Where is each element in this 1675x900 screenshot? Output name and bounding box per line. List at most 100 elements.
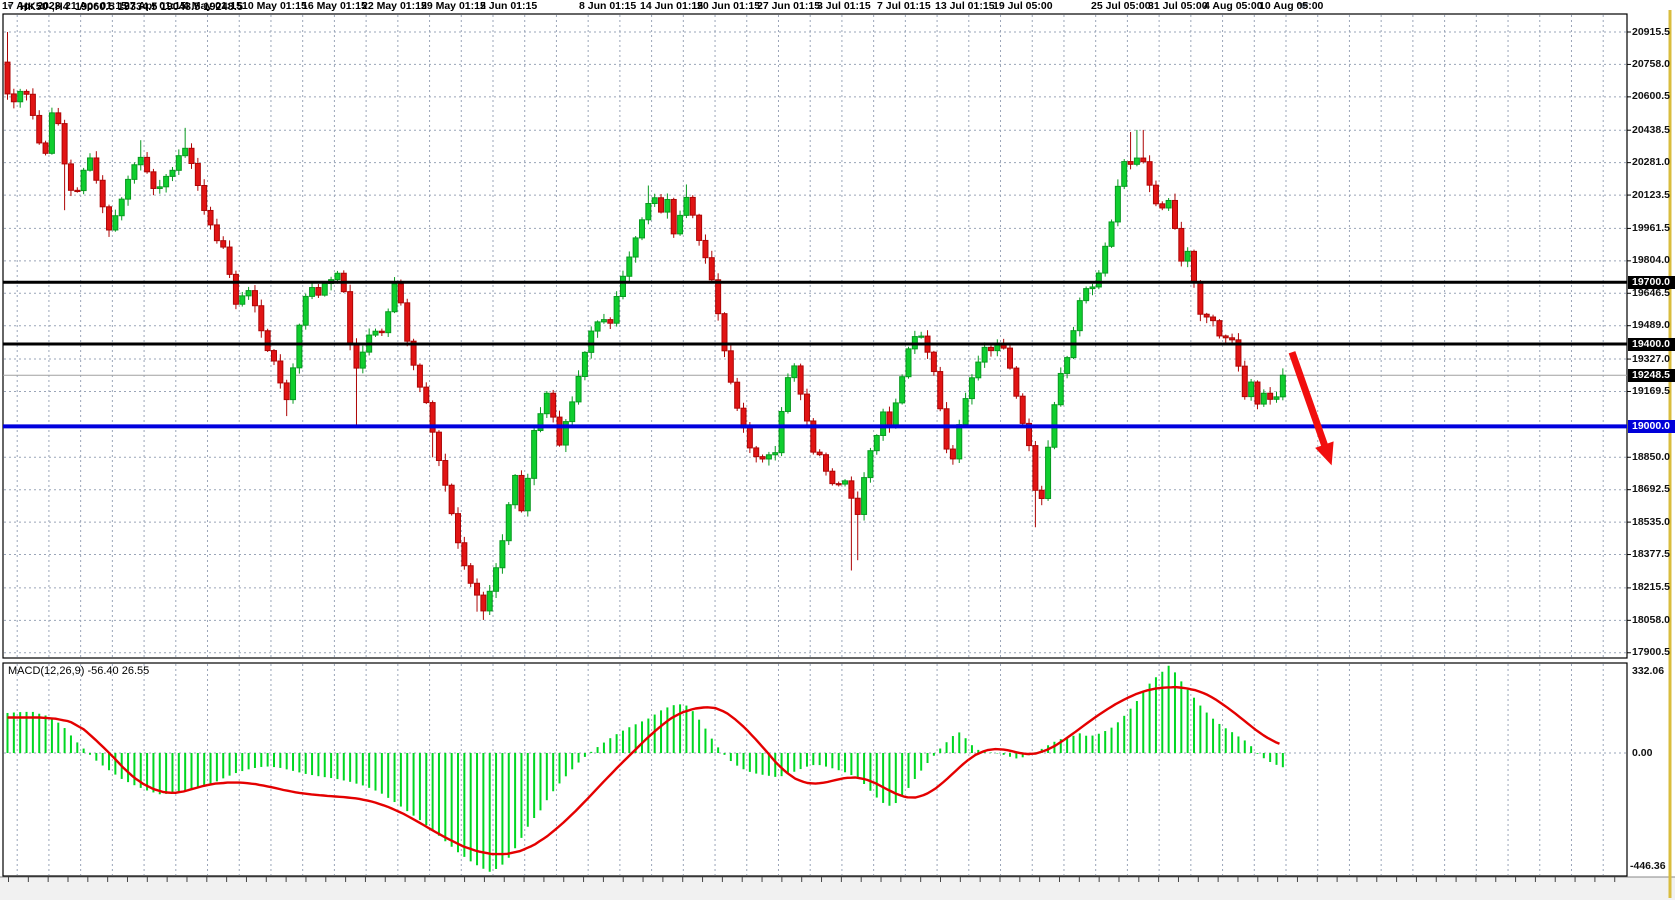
candle-body — [862, 478, 867, 515]
candle-body — [849, 481, 854, 498]
candle-body — [284, 383, 289, 400]
candle-body — [1280, 375, 1285, 397]
time-axis-label[interactable]: 22 May 01:15 — [362, 0, 427, 12]
time-axis-strip[interactable] — [0, 877, 1675, 900]
price-axis-label[interactable]: 20438.5 — [1632, 124, 1670, 136]
candle-body — [627, 257, 632, 276]
price-axis-label[interactable]: 20281.0 — [1632, 156, 1670, 168]
candle-body — [671, 199, 676, 233]
macd-axis-zero-label[interactable]: 0.00 — [1632, 747, 1652, 759]
price-axis-label[interactable]: 19961.5 — [1632, 222, 1670, 234]
candle-body — [906, 349, 911, 377]
price-axis-label[interactable]: 18692.5 — [1632, 483, 1670, 495]
candle-body — [11, 94, 16, 102]
symbol-dropdown-icon[interactable]: ▼ — [6, 2, 14, 12]
time-axis-label[interactable]: 13 Jul 01:15 — [935, 0, 995, 12]
price-axis-label[interactable]: 18850.0 — [1632, 451, 1670, 463]
price-tag-19700.0: 19700.0 — [1628, 276, 1675, 289]
candle-body — [760, 457, 765, 459]
candle-body — [551, 393, 556, 417]
time-axis-label[interactable]: 8 Jun 01:15 — [579, 0, 636, 12]
candle-body — [798, 366, 803, 394]
time-axis-label[interactable]: 2 Jun 01:15 — [480, 0, 537, 12]
candle-body — [1014, 368, 1019, 396]
candle-body — [145, 157, 150, 171]
chart-canvas[interactable] — [0, 0, 1675, 900]
candle-body — [227, 247, 232, 274]
candle-body — [773, 453, 778, 455]
price-axis-label[interactable]: 19489.0 — [1632, 319, 1670, 331]
time-axis-label[interactable]: 19 Jul 05:00 — [993, 0, 1053, 12]
candle-body — [944, 409, 949, 449]
candle-body — [646, 204, 651, 220]
price-axis-label[interactable]: 19804.0 — [1632, 254, 1670, 266]
candle-body — [792, 366, 797, 378]
price-axis-label[interactable]: 19327.0 — [1632, 353, 1670, 365]
candle-body — [544, 393, 549, 413]
price-axis-label[interactable]: 20915.5 — [1632, 26, 1670, 38]
candle-body — [1039, 490, 1044, 498]
time-axis-label[interactable]: 10 May 01:15 — [242, 0, 307, 12]
candle-body — [766, 455, 771, 459]
candle-body — [449, 485, 454, 513]
trading-chart-window: ▼ HK50-,H4 19060.5 19334.5 19043.5 19248… — [0, 0, 1675, 900]
candle-body — [94, 158, 99, 180]
time-axis-label[interactable]: 31 Jul 05:00 — [1148, 0, 1208, 12]
time-axis-label[interactable]: 25 Jul 05:00 — [1091, 0, 1151, 12]
candle-body — [843, 481, 848, 484]
candle-body — [1268, 393, 1273, 399]
macd-indicator-label: MACD(12,26,9) -56.40 26.55 — [8, 665, 149, 677]
trend-arrow-shaft[interactable] — [1292, 352, 1327, 452]
macd-axis-min-label[interactable]: -446.36 — [1630, 860, 1666, 872]
price-axis-label[interactable]: 18058.0 — [1632, 614, 1670, 626]
chart-title-bar: ▼ HK50-,H4 19060.5 19334.5 19043.5 19248… — [6, 1, 243, 13]
macd-axis-max-label[interactable]: 332.06 — [1632, 665, 1664, 677]
time-axis-label[interactable]: 4 Aug 05:00 — [1204, 0, 1263, 12]
candle-body — [1198, 282, 1203, 314]
candle-body — [138, 157, 143, 164]
candle-body — [462, 543, 467, 566]
candle-body — [195, 163, 200, 185]
candle-body — [310, 288, 315, 297]
candle-body — [988, 347, 993, 350]
candle-body — [1179, 228, 1184, 261]
candle-body — [1141, 158, 1146, 162]
candle-body — [5, 62, 10, 94]
candle-body — [747, 428, 752, 448]
price-axis-label[interactable]: 20600.5 — [1632, 90, 1670, 102]
price-panel-border — [3, 14, 1627, 658]
candle-body — [881, 412, 886, 436]
price-axis-label[interactable]: 20758.0 — [1632, 58, 1670, 70]
candle-body — [278, 361, 283, 383]
candle-body — [1204, 314, 1209, 317]
candle-body — [1084, 289, 1089, 301]
candle-body — [1096, 273, 1101, 287]
time-axis-label[interactable]: 16 May 01:15 — [302, 0, 367, 12]
candle-body — [291, 368, 296, 400]
candle-body — [1065, 358, 1070, 374]
time-axis-label[interactable]: 10 Aug 05:00 — [1259, 0, 1323, 12]
candle-body — [697, 215, 702, 240]
price-axis-label[interactable]: 19169.5 — [1632, 385, 1670, 397]
price-axis-label[interactable]: 18377.5 — [1632, 548, 1670, 560]
candle-body — [126, 179, 131, 199]
candle-body — [969, 378, 974, 399]
time-axis-label[interactable]: 20 Jun 01:15 — [697, 0, 760, 12]
candle-body — [1166, 200, 1171, 207]
time-axis-label[interactable]: 27 Jun 01:15 — [757, 0, 820, 12]
price-axis-label[interactable]: 17900.5 — [1632, 646, 1670, 658]
candle-body — [386, 312, 391, 333]
candle-body — [487, 591, 492, 611]
candle-body — [81, 170, 86, 190]
time-axis-label[interactable]: 7 Jul 01:15 — [877, 0, 931, 12]
candle-body — [68, 164, 73, 190]
candle-body — [633, 238, 638, 257]
candle-body — [709, 258, 714, 280]
price-axis-label[interactable]: 20123.5 — [1632, 189, 1670, 201]
time-axis-label[interactable]: 14 Jun 01:15 — [640, 0, 703, 12]
time-axis-label[interactable]: 3 Jul 01:15 — [817, 0, 871, 12]
candle-body — [348, 292, 353, 344]
time-axis-label[interactable]: 29 May 01:15 — [421, 0, 486, 12]
price-axis-label[interactable]: 18215.5 — [1632, 581, 1670, 593]
price-axis-label[interactable]: 18535.0 — [1632, 516, 1670, 528]
